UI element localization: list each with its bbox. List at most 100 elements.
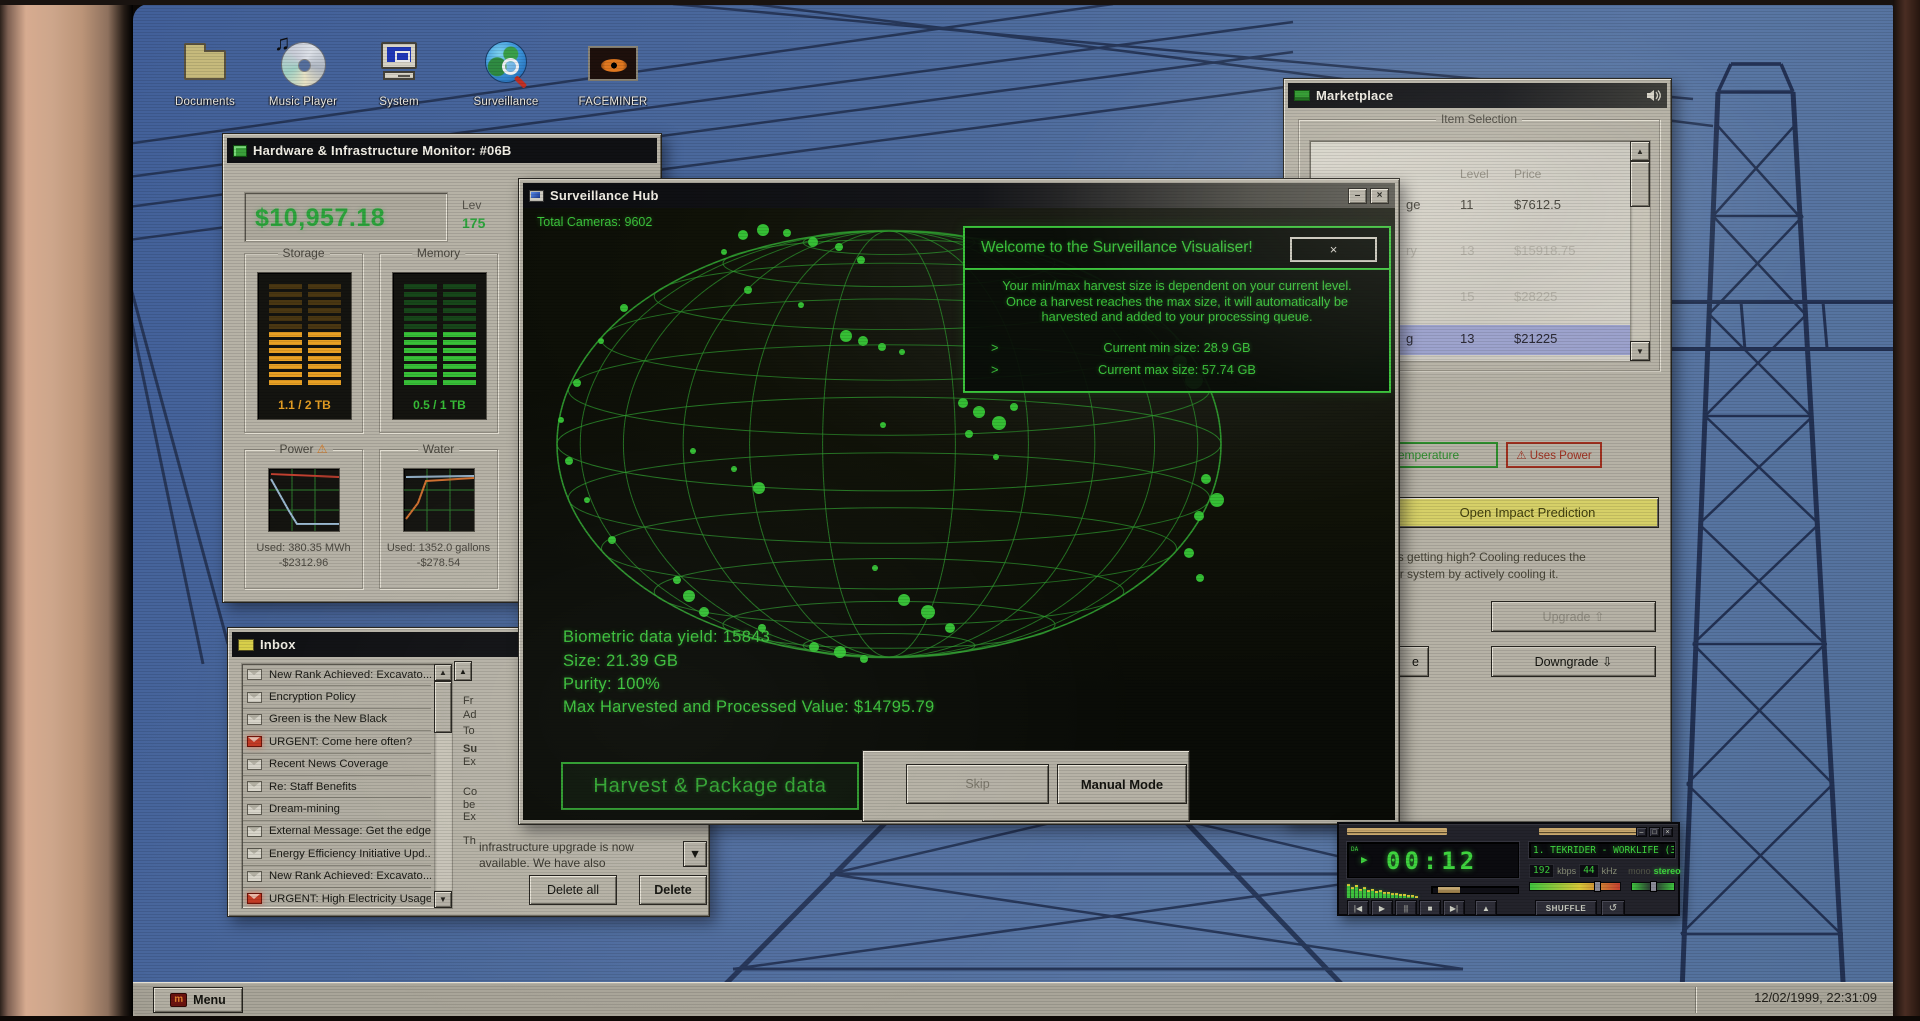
email-row[interactable]: Green is the New Black bbox=[242, 709, 431, 732]
camera-dot bbox=[835, 243, 843, 251]
scroll-up-icon[interactable]: ▲ bbox=[434, 664, 452, 681]
mrow-price[interactable]: $15918.75 bbox=[1514, 243, 1575, 258]
speaker-icon[interactable] bbox=[1646, 89, 1661, 102]
play-button[interactable]: ▶ bbox=[1371, 900, 1393, 916]
mrow-level[interactable]: 13 bbox=[1460, 243, 1474, 258]
email-row[interactable]: External Message: Get the edge... bbox=[242, 821, 431, 844]
camera-dot bbox=[1010, 403, 1018, 411]
skip-button[interactable]: Skip bbox=[906, 764, 1049, 804]
desktop-icon-faceminer[interactable]: FACEMINER bbox=[570, 38, 656, 108]
meter-bar bbox=[404, 348, 476, 353]
player-close-icon[interactable]: × bbox=[1662, 827, 1673, 837]
volume-slider[interactable] bbox=[1529, 881, 1621, 892]
balance-slider[interactable] bbox=[1631, 881, 1675, 892]
email-row[interactable]: Dream-mining bbox=[242, 798, 431, 821]
mrow-level[interactable]: 13 bbox=[1460, 331, 1474, 346]
item-list-scrollbar[interactable]: ▲ ▼ bbox=[1630, 141, 1650, 361]
next-button[interactable]: ▶| bbox=[1443, 900, 1465, 916]
mrow-level[interactable]: 15 bbox=[1460, 289, 1474, 304]
manual-mode-button[interactable]: Manual Mode bbox=[1057, 764, 1187, 804]
eject-button[interactable]: ▲ bbox=[1475, 900, 1497, 916]
close-button[interactable]: × bbox=[1370, 187, 1389, 204]
downgrade-button[interactable]: Downgrade ⇩ bbox=[1491, 646, 1656, 677]
mrow-name[interactable]: ry bbox=[1406, 243, 1417, 258]
preview-scroll-up-icon[interactable]: ▲ bbox=[454, 661, 472, 681]
meter-bar bbox=[269, 356, 341, 361]
hardware-monitor-titlebar[interactable]: Hardware & Infrastructure Monitor: #06B bbox=[227, 138, 657, 163]
storage-meter: 1.1 / 2 TB bbox=[257, 272, 352, 420]
scrollbar-thumb[interactable] bbox=[1630, 161, 1650, 207]
email-row[interactable]: Re: Staff Benefits bbox=[242, 776, 431, 799]
email-row[interactable]: URGENT: Come here often? bbox=[242, 731, 431, 754]
scroll-down-icon[interactable]: ▼ bbox=[1630, 341, 1650, 361]
prev-button[interactable]: |◀ bbox=[1347, 900, 1369, 916]
surveillance-titlebar[interactable]: Surveillance Hub – × bbox=[523, 183, 1395, 208]
mrow-price[interactable]: $28225 bbox=[1514, 289, 1557, 304]
desktop-icon-documents[interactable]: Documents bbox=[162, 38, 248, 108]
music-note-icon: ♫ bbox=[274, 30, 291, 55]
stereo-indicator: stereo bbox=[1653, 866, 1681, 876]
open-impact-prediction-button[interactable]: Open Impact Prediction bbox=[1396, 497, 1659, 528]
meter-bar bbox=[404, 292, 476, 297]
email-scrollbar[interactable]: ▲ ▼ bbox=[434, 664, 452, 908]
email-row[interactable]: Recent News Coverage bbox=[242, 754, 431, 776]
power-cost: -$2312.96 bbox=[278, 557, 329, 569]
delete-button[interactable]: Delete bbox=[639, 875, 707, 905]
meter-bar bbox=[404, 356, 476, 361]
player-menu-icon[interactable]: – bbox=[1636, 827, 1647, 837]
desktop-icon-music-player[interactable]: ♫ Music Player bbox=[260, 30, 346, 108]
envelope-icon bbox=[247, 713, 262, 725]
email-row[interactable]: New Rank Achieved: Excavato... bbox=[242, 866, 431, 888]
desktop-icon-system[interactable]: System bbox=[356, 38, 442, 108]
stop-button[interactable]: ■ bbox=[1419, 900, 1441, 916]
repeat-button[interactable]: ↺ bbox=[1601, 900, 1625, 916]
stat-yield: Biometric data yield: 15843 bbox=[563, 628, 771, 646]
scroll-down-icon[interactable]: ▼ bbox=[434, 891, 452, 908]
titlebar-ridge[interactable] bbox=[1347, 828, 1447, 835]
email-row[interactable]: URGENT: High Electricity Usage bbox=[242, 888, 431, 908]
spectrum-bar bbox=[1375, 891, 1378, 898]
spectrum-bar bbox=[1383, 892, 1386, 898]
balance-thumb[interactable] bbox=[1650, 881, 1657, 892]
seek-thumb[interactable] bbox=[1438, 887, 1460, 893]
mrow-level[interactable]: 11 bbox=[1460, 197, 1474, 212]
camera-dot bbox=[798, 302, 804, 308]
camera-dot bbox=[993, 454, 999, 460]
camera-dot bbox=[921, 605, 935, 619]
pause-button[interactable]: || bbox=[1395, 900, 1417, 916]
scroll-up-icon[interactable]: ▲ bbox=[1630, 141, 1650, 161]
delete-all-button[interactable]: Delete all bbox=[529, 875, 617, 905]
dialog-close-button[interactable]: × bbox=[1290, 237, 1377, 262]
camera-dot bbox=[857, 256, 865, 264]
preview-dropdown-button[interactable]: ▼ bbox=[683, 841, 707, 867]
volume-thumb[interactable] bbox=[1594, 881, 1601, 892]
email-row[interactable]: New Rank Achieved: Excavato... bbox=[242, 664, 431, 687]
upgrade-button[interactable]: Upgrade ⇧ bbox=[1491, 601, 1656, 632]
menu-button[interactable]: m Menu bbox=[153, 987, 243, 1013]
player-minimize-icon[interactable]: □ bbox=[1649, 827, 1660, 837]
titlebar-ridge[interactable] bbox=[1539, 828, 1639, 835]
bitrate-unit: kbps bbox=[1557, 866, 1577, 876]
mrow-name[interactable]: ge bbox=[1406, 197, 1420, 212]
camera-dot bbox=[721, 249, 727, 255]
marketplace-titlebar[interactable]: Marketplace bbox=[1288, 83, 1667, 108]
spectrum-bar bbox=[1359, 889, 1362, 898]
envelope-icon bbox=[247, 893, 262, 905]
camera-dot bbox=[757, 224, 769, 236]
harvest-package-button[interactable]: Harvest & Package data bbox=[561, 762, 859, 810]
mrow-name[interactable]: g bbox=[1406, 331, 1413, 346]
scrollbar-thumb[interactable] bbox=[434, 681, 452, 733]
mrow-price[interactable]: $21225 bbox=[1514, 331, 1557, 346]
preview-field-fragment: Ad bbox=[463, 709, 477, 721]
email-row[interactable]: Energy Efficiency Initiative Upd... bbox=[242, 843, 431, 866]
envelope-icon bbox=[247, 781, 262, 793]
shuffle-button[interactable]: SHUFFLE bbox=[1535, 900, 1597, 916]
camera-dot bbox=[1184, 548, 1194, 558]
desktop-icon-surveillance[interactable]: Surveillance bbox=[463, 38, 549, 108]
mrow-price[interactable]: $7612.5 bbox=[1514, 197, 1561, 212]
envelope-icon bbox=[247, 691, 262, 703]
minimize-button[interactable]: – bbox=[1348, 187, 1367, 204]
icon-label: System bbox=[379, 96, 419, 108]
seek-bar[interactable] bbox=[1431, 886, 1519, 894]
email-row[interactable]: Encryption Policy bbox=[242, 686, 431, 709]
